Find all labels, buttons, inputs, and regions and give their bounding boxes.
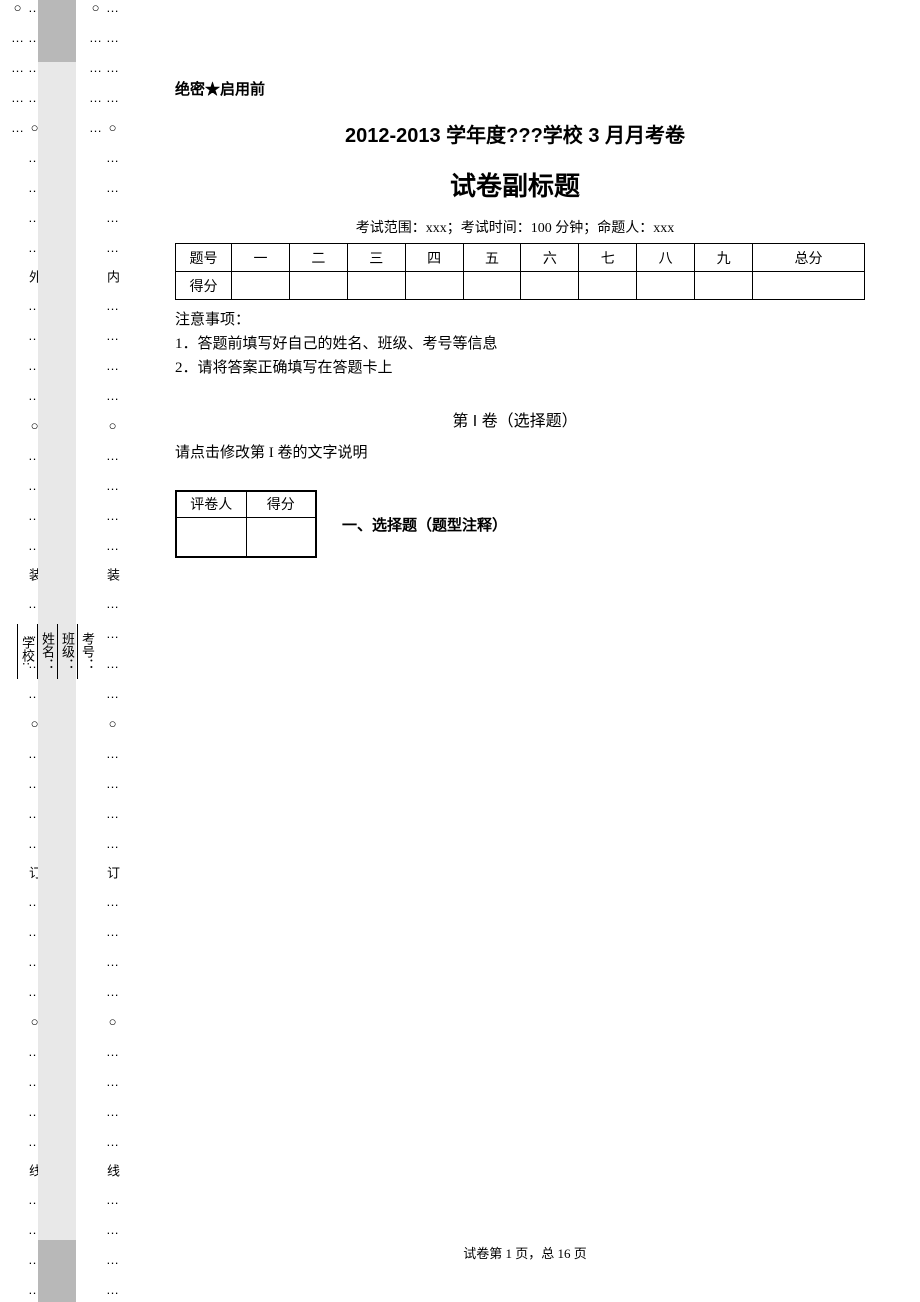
- section-title: 第 I 卷（选择题）: [175, 407, 855, 431]
- grader-col1: 评卷人: [176, 491, 246, 517]
- gray-bar-top: [38, 0, 76, 62]
- section-desc: 请点击修改第 I 卷的文字说明: [175, 441, 855, 462]
- table-row: 得分: [176, 272, 865, 300]
- class-label: 班级：: [58, 632, 77, 671]
- question-heading: 一、选择题（题型注释）: [342, 514, 507, 535]
- cell: [753, 272, 865, 300]
- cell: [246, 517, 316, 557]
- notice-item-2: 2．请将答案正确填写在答题卡上: [175, 356, 855, 377]
- blank-line: [57, 624, 58, 679]
- grader-col2: 得分: [246, 491, 316, 517]
- cell: 三: [347, 244, 405, 272]
- cell: [521, 272, 579, 300]
- inner-margin-text: … … … … ○ … … … … 内 … … … … ○ … … … … 装 …: [88, 0, 122, 1302]
- name-label: 姓名：: [38, 632, 57, 671]
- cell: 一: [232, 244, 290, 272]
- cell: 四: [405, 244, 463, 272]
- blank-line: [37, 624, 38, 679]
- cell: [579, 272, 637, 300]
- score-table: 题号 一 二 三 四 五 六 七 八 九 总分 得分: [175, 243, 865, 300]
- cell: 五: [463, 244, 521, 272]
- page-content: 绝密★启用前 2012-2013 学年度???学校 3 月月考卷 试卷副标题 考…: [155, 0, 895, 608]
- table-row: [176, 517, 316, 557]
- exam-subtitle: 试卷副标题: [175, 166, 855, 203]
- cell: 题号: [176, 244, 232, 272]
- page-footer: 试卷第 1 页，总 16 页: [155, 1243, 895, 1262]
- inner-margin-strip: … … … … ○ … … … … 内 … … … … ○ … … … … 装 …: [96, 0, 114, 1302]
- notice-item-1: 1．答题前填写好自己的姓名、班级、考号等信息: [175, 332, 855, 353]
- exam-meta: 考试范围：xxx；考试时间：100 分钟；命题人：xxx: [175, 217, 855, 237]
- table-row: 评卷人 得分: [176, 491, 316, 517]
- cell: 总分: [753, 244, 865, 272]
- cell: 八: [637, 244, 695, 272]
- gray-bar-bottom: [38, 1240, 76, 1302]
- secret-label: 绝密★启用前: [175, 78, 855, 99]
- cell: 六: [521, 244, 579, 272]
- cell: [289, 272, 347, 300]
- cell: [463, 272, 521, 300]
- notice-heading: 注意事项：: [175, 308, 855, 329]
- blank-line: [77, 624, 78, 679]
- cell: 得分: [176, 272, 232, 300]
- grader-row: 评卷人 得分 一、选择题（题型注释）: [175, 490, 855, 558]
- cell: [176, 517, 246, 557]
- cell: 七: [579, 244, 637, 272]
- table-row: 题号 一 二 三 四 五 六 七 八 九 总分: [176, 244, 865, 272]
- exam-title: 2012-2013 学年度???学校 3 月月考卷: [175, 119, 855, 148]
- grader-table: 评卷人 得分: [175, 490, 317, 558]
- cell: [232, 272, 290, 300]
- school-label: 学校:: [18, 636, 37, 666]
- student-info-strip: 考号： 班级： 姓名： 学校:: [38, 62, 76, 1240]
- cell: 二: [289, 244, 347, 272]
- cell: [695, 272, 753, 300]
- blank-line: [17, 624, 18, 679]
- cell: [637, 272, 695, 300]
- cell: 九: [695, 244, 753, 272]
- cell: [347, 272, 405, 300]
- cell: [405, 272, 463, 300]
